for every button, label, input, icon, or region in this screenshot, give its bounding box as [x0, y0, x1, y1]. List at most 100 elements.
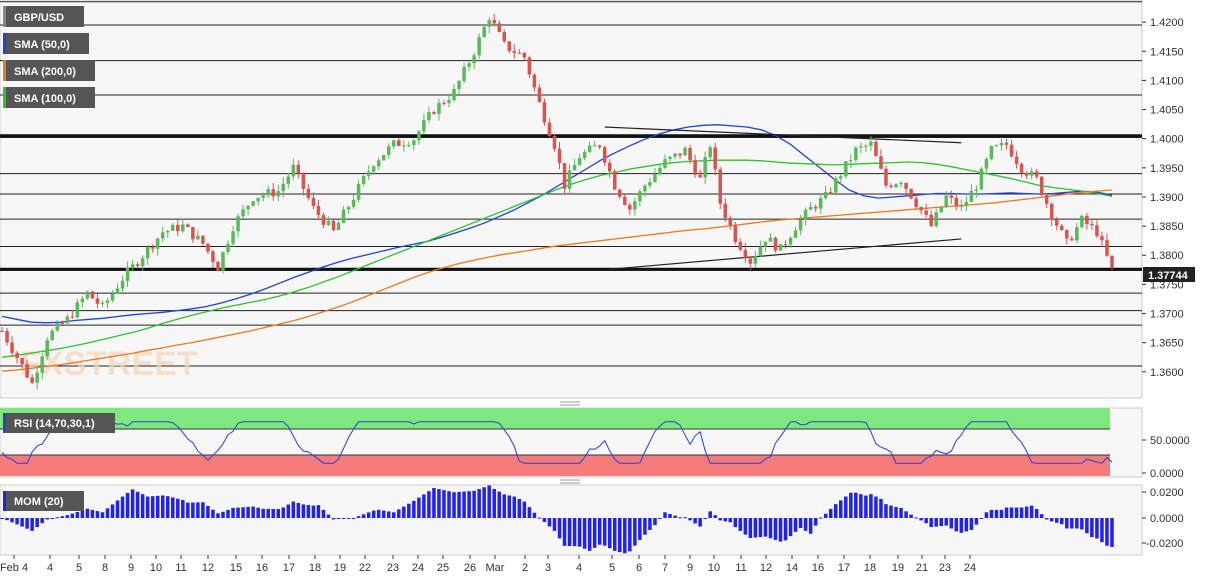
mom-bar: [728, 518, 733, 523]
candle-body: [110, 293, 115, 301]
mom-bar: [171, 497, 175, 518]
candle-body: [587, 145, 592, 152]
candle-body: [713, 147, 717, 170]
candle-body: [191, 226, 195, 240]
date-tick-label: 26: [464, 562, 476, 574]
mom-bar: [155, 495, 160, 518]
candle-body: [522, 52, 527, 58]
legend-rsi[interactable]: RSI (14,70,30,1): [3, 413, 115, 433]
candle-body: [1029, 171, 1034, 176]
mom-bar: [753, 518, 758, 538]
price-tick-label: 1.4200: [1150, 17, 1184, 29]
mom-bar: [427, 491, 431, 518]
candle-body: [557, 148, 562, 164]
candle-body: [422, 120, 426, 132]
candle-body: [597, 145, 602, 148]
mom-bar: [914, 517, 918, 519]
date-tick-label: 23: [939, 562, 951, 574]
mom-bar: [341, 518, 346, 519]
candle-body: [703, 157, 707, 178]
candle-body: [472, 55, 476, 64]
mom-bar: [768, 518, 773, 539]
candle-body: [683, 147, 687, 156]
candle-body: [226, 243, 230, 252]
candle-body: [462, 66, 466, 81]
mom-bar: [899, 507, 903, 518]
mom-bar: [803, 518, 808, 531]
candle-body: [176, 224, 180, 232]
mom-bar: [552, 518, 557, 531]
candle-body: [311, 197, 316, 206]
candle-body: [165, 230, 170, 233]
mom-bar: [20, 518, 24, 527]
mom-bar: [808, 518, 813, 534]
candle-body: [1105, 240, 1109, 256]
mom-bar: [181, 499, 185, 518]
mom-tick-label-0000: 0.0000: [1150, 513, 1184, 525]
legend-mom-label: MOM (20): [14, 496, 64, 508]
mom-bar: [386, 511, 391, 518]
mom-bar: [989, 509, 994, 518]
candle-body: [869, 141, 873, 146]
candle-body: [969, 190, 974, 202]
candle-body: [477, 37, 481, 56]
candle-body: [251, 201, 255, 206]
candle-body: [914, 198, 918, 208]
legend-sma50-label: SMA (50,0): [14, 39, 70, 51]
candle-body: [643, 185, 647, 192]
candle-body: [1100, 236, 1104, 241]
mom-bar: [738, 518, 743, 531]
rsi-tick-label-50: 50.0000: [1150, 435, 1190, 447]
mom-bar: [613, 518, 617, 551]
legend-sma200[interactable]: SMA (200,0): [3, 60, 95, 81]
candle-body: [648, 182, 652, 186]
legend-sma50[interactable]: SMA (50,0): [3, 33, 89, 54]
mom-bar: [301, 504, 306, 518]
price-tick-label: 1.3650: [1150, 338, 1184, 350]
candle-body: [1095, 225, 1099, 237]
mom-bar: [964, 518, 969, 532]
legend-sma100[interactable]: SMA (100,0): [3, 87, 95, 108]
candle-body: [668, 156, 672, 160]
mom-bar: [939, 518, 943, 527]
mom-bar: [683, 517, 687, 519]
mom-bar: [597, 518, 602, 545]
mom-bar: [889, 505, 893, 518]
candle-body: [1060, 225, 1064, 230]
candle-body: [793, 230, 798, 238]
legend-mom[interactable]: MOM (20): [3, 491, 84, 511]
candle-body: [306, 188, 311, 198]
mom-bar: [125, 492, 130, 518]
candle-body: [833, 178, 838, 193]
mom-bar: [703, 518, 707, 519]
date-tick-label: 9: [128, 562, 134, 574]
mom-bar: [376, 509, 381, 518]
mom-bar: [105, 508, 110, 518]
mom-bar: [844, 496, 848, 518]
candle-body: [778, 244, 783, 251]
candle-body: [45, 340, 49, 357]
candle-body: [256, 197, 260, 202]
candle-body: [592, 145, 597, 147]
candle-body: [773, 237, 778, 251]
legend-symbol[interactable]: GBP/USD: [3, 6, 84, 27]
last-price-tag: 1.37744: [1143, 267, 1195, 282]
mom-bar: [592, 518, 597, 548]
candle-body: [356, 183, 361, 200]
mom-bar: [150, 496, 155, 518]
candle-body: [638, 191, 642, 202]
candle-body: [944, 195, 949, 207]
date-tick-label: 12: [760, 562, 772, 574]
candle-body: [748, 258, 753, 264]
candle-body: [507, 41, 512, 52]
candle-body: [326, 220, 331, 225]
mom-bar: [90, 509, 95, 518]
mom-tick-label-0020: 0.0200: [1150, 487, 1184, 499]
candle-body: [798, 219, 803, 231]
mom-bar: [562, 518, 567, 546]
mom-bar: [70, 513, 75, 518]
mom-bar: [361, 514, 366, 518]
mom-bar: [874, 496, 878, 518]
mom-bar: [919, 518, 923, 521]
mom-bar: [422, 494, 426, 518]
